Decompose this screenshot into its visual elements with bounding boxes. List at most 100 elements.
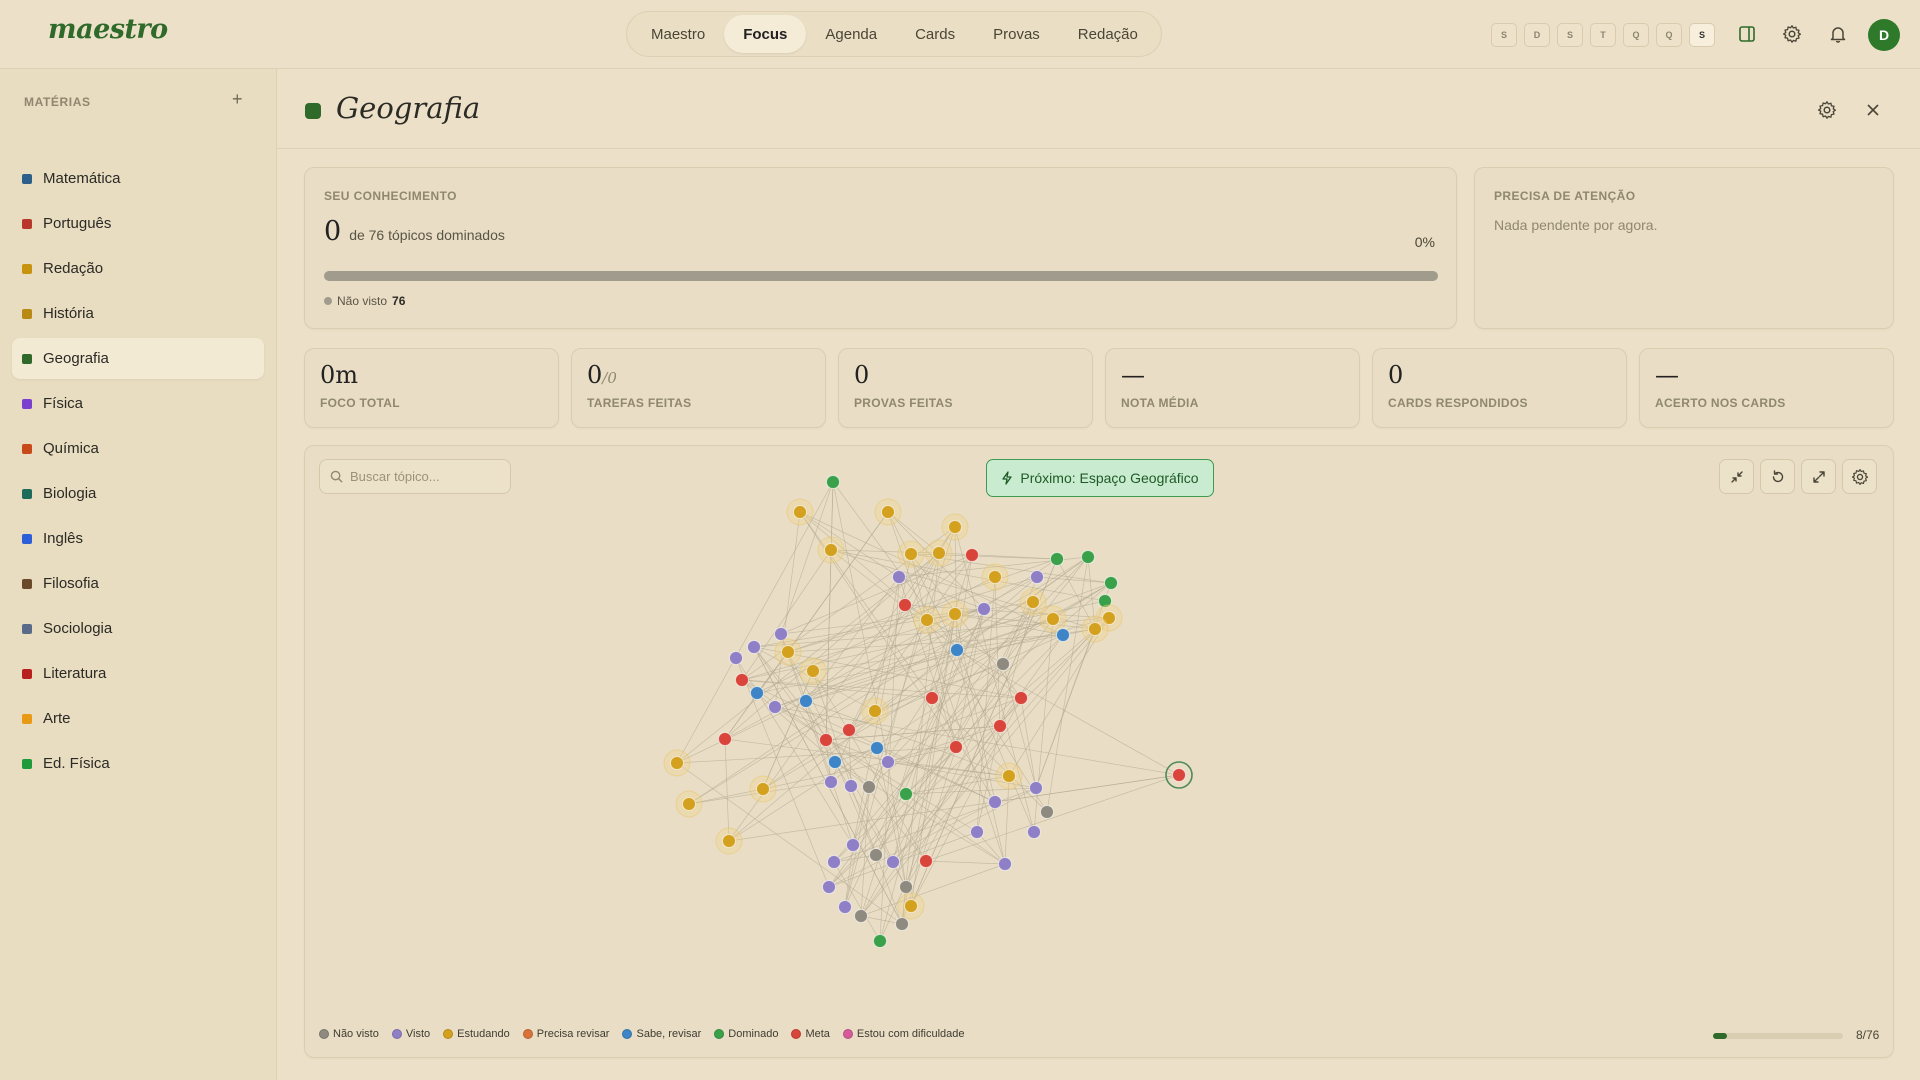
- topic-node[interactable]: [838, 900, 852, 914]
- gear-icon[interactable]: [1780, 22, 1804, 46]
- panel-toggle-icon[interactable]: [1735, 22, 1759, 46]
- collapse-icon[interactable]: [1719, 459, 1754, 494]
- sidebar-item[interactable]: Arte: [12, 698, 264, 739]
- topic-node[interactable]: [981, 563, 1009, 591]
- topic-node[interactable]: [1081, 550, 1095, 564]
- day-tuesday[interactable]: S: [1557, 23, 1583, 47]
- sidebar-item[interactable]: Biologia: [12, 473, 264, 514]
- topic-node[interactable]: [899, 880, 913, 894]
- topic-node[interactable]: [715, 827, 743, 855]
- topic-node[interactable]: [854, 909, 868, 923]
- topic-node[interactable]: [977, 602, 991, 616]
- topic-node[interactable]: [870, 741, 884, 755]
- next-topic-button[interactable]: Próximo: Espaço Geográfico: [986, 459, 1214, 497]
- topic-node[interactable]: [1029, 781, 1043, 795]
- topic-node[interactable]: [861, 697, 889, 725]
- sidebar-item[interactable]: Física: [12, 383, 264, 424]
- subject-settings-gear-icon[interactable]: [1816, 99, 1838, 121]
- avatar[interactable]: D: [1868, 19, 1900, 51]
- topic-graph[interactable]: [305, 446, 1894, 1058]
- topic-node[interactable]: [874, 498, 902, 526]
- topic-node[interactable]: [886, 855, 900, 869]
- tab-redacao[interactable]: Redação: [1059, 15, 1157, 53]
- add-subject-button[interactable]: +: [232, 89, 243, 110]
- topic-node[interactable]: [892, 570, 906, 584]
- topic-node[interactable]: [970, 825, 984, 839]
- topic-node[interactable]: [826, 475, 840, 489]
- app-logo[interactable]: maestro: [48, 14, 168, 45]
- topic-node[interactable]: [819, 733, 833, 747]
- topic-node[interactable]: [1030, 570, 1044, 584]
- topic-node[interactable]: [774, 627, 788, 641]
- topic-node[interactable]: [774, 638, 802, 666]
- tab-agenda[interactable]: Agenda: [806, 15, 896, 53]
- topic-node[interactable]: [996, 657, 1010, 671]
- topic-node[interactable]: [913, 606, 941, 634]
- sidebar-item[interactable]: Redação: [12, 248, 264, 289]
- reset-icon[interactable]: [1760, 459, 1795, 494]
- topic-node[interactable]: [941, 513, 969, 541]
- topic-node[interactable]: [941, 600, 969, 628]
- topic-node[interactable]: [844, 779, 858, 793]
- day-sunday[interactable]: S: [1491, 23, 1517, 47]
- topic-node[interactable]: [747, 640, 761, 654]
- topic-node[interactable]: [965, 548, 979, 562]
- topic-node[interactable]: [822, 880, 836, 894]
- topic-node[interactable]: [1081, 615, 1109, 643]
- topic-node[interactable]: [897, 892, 925, 920]
- topic-node[interactable]: [842, 723, 856, 737]
- topic-node[interactable]: [898, 598, 912, 612]
- topic-node[interactable]: [919, 854, 933, 868]
- day-monday[interactable]: D: [1524, 23, 1550, 47]
- topic-node[interactable]: [675, 790, 703, 818]
- topic-node[interactable]: [1014, 691, 1028, 705]
- close-icon[interactable]: [1862, 99, 1884, 121]
- sidebar-item[interactable]: Literatura: [12, 653, 264, 694]
- sidebar-item[interactable]: Sociologia: [12, 608, 264, 649]
- search-input[interactable]: [350, 469, 500, 484]
- topic-node[interactable]: [827, 855, 841, 869]
- topic-node[interactable]: [897, 540, 925, 568]
- topic-node[interactable]: [993, 719, 1007, 733]
- topic-node[interactable]: [988, 795, 1002, 809]
- sidebar-item[interactable]: Geografia: [12, 338, 264, 379]
- topic-node[interactable]: [1050, 552, 1064, 566]
- topic-node[interactable]: [873, 934, 887, 948]
- topic-node[interactable]: [1040, 805, 1054, 819]
- topic-node[interactable]: [750, 686, 764, 700]
- topic-node[interactable]: [869, 848, 883, 862]
- topic-node[interactable]: [998, 857, 1012, 871]
- topic-node[interactable]: [824, 775, 838, 789]
- topic-node[interactable]: [950, 643, 964, 657]
- topic-node[interactable]: [663, 749, 691, 777]
- sidebar-item[interactable]: Química: [12, 428, 264, 469]
- expand-icon[interactable]: [1801, 459, 1836, 494]
- topic-node[interactable]: [817, 536, 845, 564]
- topic-node[interactable]: [799, 657, 827, 685]
- topic-node[interactable]: [828, 755, 842, 769]
- topic-node[interactable]: [995, 762, 1023, 790]
- topic-node[interactable]: [899, 787, 913, 801]
- topic-node[interactable]: [799, 694, 813, 708]
- topic-node[interactable]: [1165, 761, 1193, 789]
- day-wednesday[interactable]: T: [1590, 23, 1616, 47]
- topic-search-box[interactable]: [319, 459, 511, 494]
- topic-node[interactable]: [925, 691, 939, 705]
- tab-provas[interactable]: Provas: [974, 15, 1059, 53]
- sidebar-item[interactable]: Português: [12, 203, 264, 244]
- topic-node[interactable]: [1027, 825, 1041, 839]
- topic-node[interactable]: [846, 838, 860, 852]
- topic-node[interactable]: [718, 732, 732, 746]
- graph-settings-gear-icon[interactable]: [1842, 459, 1877, 494]
- day-saturday[interactable]: S: [1689, 23, 1715, 47]
- topic-node[interactable]: [925, 539, 953, 567]
- sidebar-item[interactable]: Ed. Física: [12, 743, 264, 784]
- day-thursday[interactable]: Q: [1623, 23, 1649, 47]
- topic-node[interactable]: [729, 651, 743, 665]
- topic-node[interactable]: [735, 673, 749, 687]
- topic-node[interactable]: [895, 917, 909, 931]
- sidebar-item[interactable]: História: [12, 293, 264, 334]
- sidebar-item[interactable]: Filosofia: [12, 563, 264, 604]
- sidebar-item[interactable]: Matemática: [12, 158, 264, 199]
- topic-node[interactable]: [949, 740, 963, 754]
